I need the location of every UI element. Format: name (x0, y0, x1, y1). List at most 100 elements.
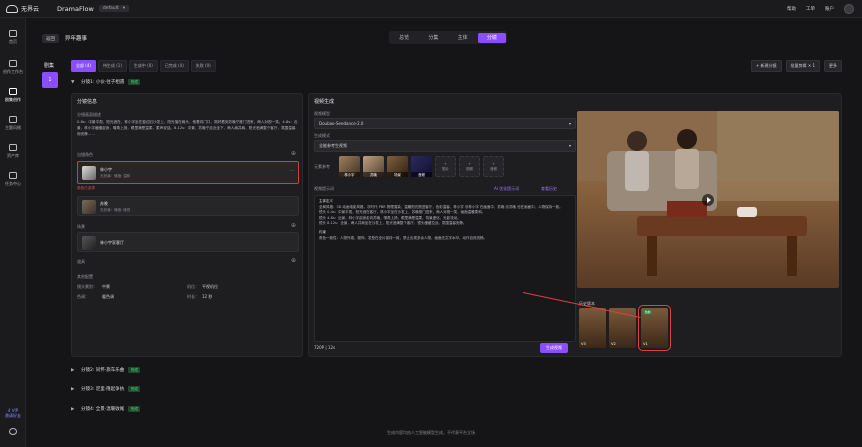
ref-empty-label: 图片 (442, 167, 449, 171)
filter-done[interactable]: 已完成 (4) (159, 60, 189, 72)
palette-icon (9, 116, 17, 123)
app-root: 无界云 DramaFlow default ▾ 帮助 工单 账户 首页 创作工作… (0, 0, 862, 447)
ref-thumb[interactable]: 林小宇 (339, 156, 360, 177)
meta-value: 中景 (102, 284, 110, 289)
chevron-right-icon: ▶ (71, 367, 75, 373)
version-label: V2 (611, 342, 616, 346)
sidebar-item-tasks[interactable]: 任务中心 (0, 172, 26, 187)
project-selector[interactable]: default ▾ (98, 5, 129, 12)
scene-row[interactable]: ▶ 分镜3: 足里·隆起争执 完成 (71, 383, 842, 395)
tab-storyboard[interactable]: 分镜 (478, 32, 506, 43)
batch-edit-button[interactable]: 批量剪辑 ✕ 1 (785, 60, 820, 72)
char-name: 苏晚 (100, 201, 108, 206)
scene-thumb (82, 236, 96, 250)
video-preview[interactable] (577, 111, 839, 288)
generate-video-button[interactable]: 生成视频 (540, 343, 568, 353)
tab-overview[interactable]: 总览 (391, 33, 418, 43)
sidebar-item-label: 首页 (9, 39, 17, 44)
add-video-ref[interactable]: + 视频 (459, 156, 480, 177)
more-icon[interactable]: ⋯ (290, 168, 295, 174)
add-char-icon[interactable]: ⊕ (291, 150, 296, 157)
invite-label: 邀请好友 (5, 413, 21, 418)
main-tabs: 总览 分集 主体 分镜 (389, 31, 507, 44)
mode-select[interactable]: 全能参考生视频 ▾ (314, 140, 576, 152)
filter-generating[interactable]: 生成中 (0) (128, 60, 158, 72)
reference-list: 林小宇 苏晚 场景 音频 + 图片 + 视频 + 音频 (339, 156, 504, 177)
scene-title: 分镜1: 小伙·往子相遇 (81, 80, 125, 85)
brand-name: DramaFlow (57, 4, 94, 13)
scene-title: 分镜2: 同怀·旅车乐曲 (81, 368, 125, 373)
avatar[interactable] (844, 4, 854, 14)
scene-row[interactable]: ▼ 分镜1: 小伙·往子相遇 完成 (71, 76, 842, 88)
status-badge: 完成 (128, 367, 141, 373)
footer-disclaimer: 生成内容均由人工智能模型生成，不代表平台立场 (387, 430, 475, 435)
filter-pending[interactable]: 待生成 (1) (97, 60, 127, 72)
mode-label: 生成模式 (314, 133, 330, 138)
vip-badge[interactable]: 4 VIP 邀请好友 (0, 408, 26, 419)
page-title: 异年趣事 (65, 36, 88, 42)
panel-title: 视频生成 (314, 99, 335, 105)
prompt-textarea[interactable]: 主体定义 全局风格：3D 动画电影风格，次时代 PBR 物理渲染，温暖阳光照进客… (314, 195, 576, 342)
history-thumb-selected[interactable]: 当前 V1 (638, 305, 671, 351)
back-button[interactable]: 返回 (42, 34, 59, 43)
add-audio-ref[interactable]: + 音频 (483, 156, 504, 177)
model-label: 视频模型 (314, 111, 330, 116)
storyboard-info-panel: 分镜信息 分镜画面描述 0-8s：中景平视，阳光洒在，林小宇坐在窗边旧沙发上，阳… (71, 93, 303, 357)
sidebar-item-assets[interactable]: 资产库 (0, 144, 26, 159)
sidebar-item-home[interactable]: 首页 (0, 30, 26, 45)
more-button[interactable]: 更多 (824, 60, 842, 72)
film-icon (9, 88, 17, 95)
ref-thumb[interactable]: 苏晚 (363, 156, 384, 177)
add-image-ref[interactable]: + 图片 (435, 156, 456, 177)
folder-icon (9, 144, 17, 151)
scene-card[interactable]: 林小宇家客厅 (77, 232, 299, 252)
tab-episodes[interactable]: 分集 (420, 33, 447, 43)
add-scene-icon[interactable]: ⊕ (291, 222, 296, 229)
char-card[interactable]: 林小宇 无扮演：情绪: 温和 ⋯ (77, 161, 299, 184)
history-thumb[interactable]: V3 (579, 308, 606, 348)
desc-textarea[interactable]: 0-8s：中景平视，阳光洒在，林小宇坐在窗边旧沙发上，阳光落在肩头，他看向门口，… (77, 119, 299, 145)
model-select[interactable]: Doubao-Seedance-2.0 ▾ (314, 118, 576, 129)
account-link[interactable]: 账户 (825, 6, 834, 12)
new-storyboard-button[interactable]: + 新建分镜 (750, 60, 782, 72)
scene-row[interactable]: ▶ 分镜4: 全景·温暖收尾 完成 (71, 403, 842, 415)
sidebar-item-workbench[interactable]: 创作工作台 (0, 60, 26, 75)
status-filters: 全部 (4) 待生成 (1) 生成中 (0) 已完成 (4) 失败 (0) (71, 60, 216, 72)
toolbar-actions: + 新建分镜 批量剪辑 ✕ 1 更多 (750, 60, 842, 72)
help-link[interactable]: 帮助 (787, 6, 796, 12)
video-spec[interactable]: 720P | 12s (314, 345, 335, 350)
sidebar-item-label: 剧集创作 (5, 97, 21, 102)
chevron-right-icon: ▶ (71, 406, 75, 412)
play-icon[interactable] (702, 194, 714, 206)
sidebar-item-label: 创作工作台 (3, 69, 23, 74)
char-name: 林小宇 (100, 167, 112, 172)
sidebar-item-theme[interactable]: 主题风格 (0, 116, 26, 131)
episode-number-button[interactable]: 1 (42, 72, 58, 88)
scene-name: 林小宇家客厅 (100, 240, 124, 245)
ai-optimize-link[interactable]: AI 优化提示词 (494, 186, 519, 192)
panel-title: 分镜信息 (77, 99, 98, 105)
char-avatar (82, 200, 96, 214)
scene-row[interactable]: ▶ 分镜2: 同怀·旅车乐曲 完成 (71, 364, 842, 376)
current-badge: 当前 (643, 310, 653, 314)
add-prop-icon[interactable]: ⊕ (291, 257, 296, 264)
char-card[interactable]: 苏晚 无扮演：情绪: 愉悦 (77, 196, 299, 216)
filter-all[interactable]: 全部 (4) (71, 60, 96, 72)
meta-value: 12 秒 (202, 294, 213, 299)
ref-label: 场景 (387, 172, 408, 177)
char-label: 出镜角色 (77, 152, 93, 157)
version-label: V1 (643, 342, 648, 346)
char-warning: 角色已选择 (77, 186, 95, 190)
tab-subjects[interactable]: 主体 (449, 33, 476, 43)
sidebar-item-drama[interactable]: 剧集创作 (0, 88, 26, 103)
ticket-link[interactable]: 工单 (806, 6, 815, 12)
status-badge: 完成 (128, 79, 141, 85)
ref-thumb[interactable]: 场景 (387, 156, 408, 177)
ref-empty-label: 视频 (466, 167, 473, 171)
filter-failed[interactable]: 失败 (0) (190, 60, 216, 72)
ref-thumb[interactable]: 音频 (411, 156, 432, 177)
sidebar: 首页 创作工作台 剧集创作 主题风格 资产库 任务中心 4 VIP 邀请好友 (0, 18, 26, 447)
logo[interactable]: 无界云 (6, 4, 39, 13)
chevron-down-icon: ▼ (71, 79, 75, 85)
history-link[interactable]: 查看历史 (541, 186, 557, 192)
